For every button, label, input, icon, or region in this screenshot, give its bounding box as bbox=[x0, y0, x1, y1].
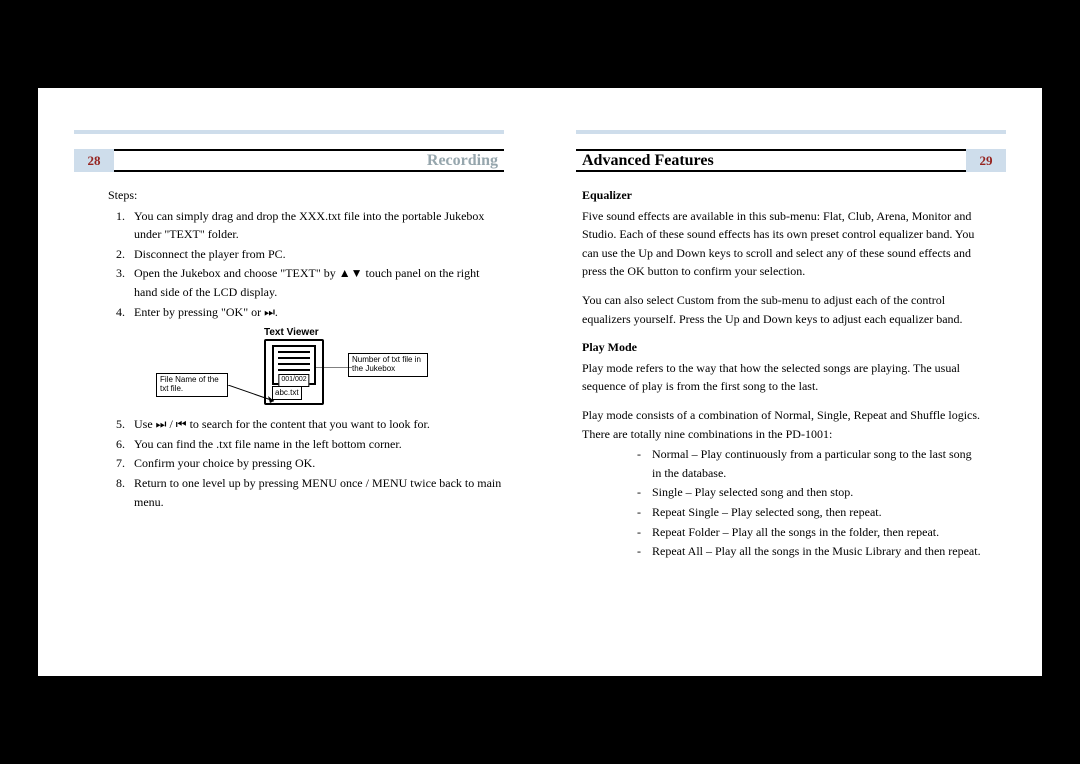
steps-list: 1.You can simply drag and drop the XXX.t… bbox=[116, 207, 504, 322]
section-title-left: Recording bbox=[427, 152, 498, 170]
step-num: 3. bbox=[116, 264, 134, 301]
step-num: 8. bbox=[116, 474, 134, 511]
step-text: Open the Jukebox and choose "TEXT" by ▲▼… bbox=[134, 264, 504, 301]
step-num: 5. bbox=[116, 415, 134, 434]
content-left: Steps: 1.You can simply drag and drop th… bbox=[116, 186, 504, 512]
page-number-right: 29 bbox=[966, 149, 1006, 172]
list-bullet: - bbox=[626, 445, 652, 482]
list-bullet: - bbox=[626, 483, 652, 502]
steps-label: Steps: bbox=[108, 186, 504, 205]
callout-filecount: Number of txt file in the Jukebox bbox=[348, 353, 428, 377]
page-right: 29 Advanced Features Equalizer Five soun… bbox=[540, 88, 1042, 676]
step-num: 6. bbox=[116, 435, 134, 454]
section-title-right: Advanced Features bbox=[582, 152, 714, 170]
page-number-left: 28 bbox=[74, 149, 114, 172]
step-num: 4. bbox=[116, 303, 134, 322]
step-text: You can find the .txt file name in the l… bbox=[134, 435, 504, 454]
playmode-para-1: Play mode refers to the way that how the… bbox=[582, 359, 982, 396]
content-right: Equalizer Five sound effects are availab… bbox=[582, 186, 982, 562]
callout-filename: File Name of the txt file. bbox=[156, 373, 228, 397]
text-viewer-diagram: Text Viewer 001/002 abc.txt File Name of… bbox=[156, 325, 504, 411]
steps-list-cont: 5.Use ⏭ / ⏮ to search for the content th… bbox=[116, 415, 504, 511]
mode-item: Repeat Folder – Play all the songs in th… bbox=[652, 523, 982, 542]
leader-line-icon bbox=[228, 385, 284, 405]
step-num: 2. bbox=[116, 245, 134, 264]
equalizer-heading: Equalizer bbox=[582, 186, 982, 205]
header-decoration bbox=[74, 130, 504, 134]
page-left: 28 Recording Steps: 1.You can simply dra… bbox=[38, 88, 540, 676]
step-text: Return to one level up by pressing MENU … bbox=[134, 474, 504, 511]
step-text: Confirm your choice by pressing OK. bbox=[134, 454, 504, 473]
mode-item: Repeat Single – Play selected song, then… bbox=[652, 503, 982, 522]
playmode-heading: Play Mode bbox=[582, 338, 982, 357]
step-text: You can simply drag and drop the XXX.txt… bbox=[134, 207, 504, 244]
page-spread: 28 Recording Steps: 1.You can simply dra… bbox=[38, 88, 1042, 676]
equalizer-para-1: Five sound effects are available in this… bbox=[582, 207, 982, 281]
step-num: 1. bbox=[116, 207, 134, 244]
mode-item: Normal – Play continuously from a partic… bbox=[652, 445, 982, 482]
header-decoration bbox=[576, 130, 1006, 134]
list-bullet: - bbox=[626, 503, 652, 522]
header-rule bbox=[576, 170, 982, 172]
list-bullet: - bbox=[626, 542, 652, 561]
mode-item: Single – Play selected song and then sto… bbox=[652, 483, 982, 502]
step-num: 7. bbox=[116, 454, 134, 473]
equalizer-para-2: You can also select Custom from the sub-… bbox=[582, 291, 982, 328]
header-rule bbox=[98, 149, 504, 151]
step-text: Disconnect the player from PC. bbox=[134, 245, 504, 264]
step-text: Enter by pressing "OK" or ⏭. bbox=[134, 303, 504, 322]
header-rule bbox=[98, 170, 504, 172]
mode-item: Repeat All – Play all the songs in the M… bbox=[652, 542, 982, 561]
leader-line-icon bbox=[316, 367, 352, 368]
header-rule bbox=[576, 149, 982, 151]
list-bullet: - bbox=[626, 523, 652, 542]
playmode-list: -Normal – Play continuously from a parti… bbox=[626, 445, 982, 561]
step-text: Use ⏭ / ⏮ to search for the content that… bbox=[134, 415, 504, 434]
playmode-para-2: Play mode consists of a combination of N… bbox=[582, 406, 982, 443]
